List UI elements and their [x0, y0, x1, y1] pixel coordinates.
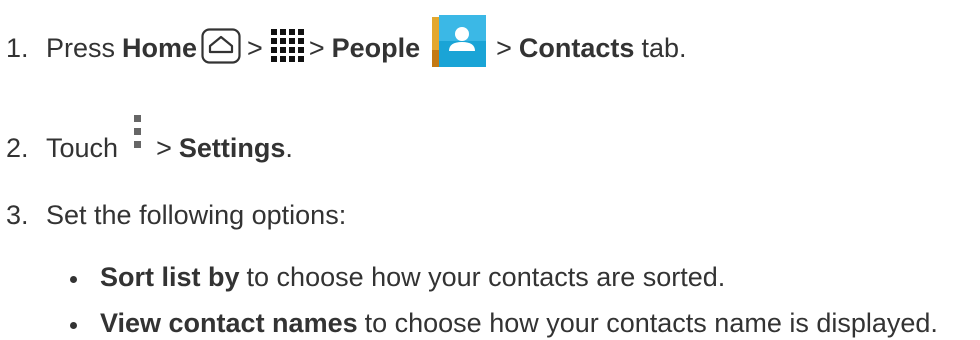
- option-term: View contact names: [100, 307, 358, 338]
- option-term: Sort list by: [100, 261, 240, 292]
- separator: >: [496, 32, 512, 63]
- bullet-dot: [70, 321, 77, 329]
- list-item: Sort list by to choose how your contacts…: [70, 260, 725, 294]
- people-label: People: [331, 32, 421, 63]
- step-3: 3. Set the following options:: [6, 198, 346, 232]
- step-number: 2.: [6, 132, 29, 163]
- step-1: 1. Press Home > > People > Contacts tab.: [6, 14, 687, 78]
- home-label: Home: [122, 32, 198, 63]
- touch-text: Touch: [46, 132, 119, 163]
- apps-grid-icon: [270, 28, 305, 68]
- step-number: 3.: [6, 199, 29, 230]
- separator: >: [247, 32, 263, 63]
- people-app-icon: [430, 14, 488, 75]
- press-text: Press: [46, 32, 116, 63]
- period: .: [285, 132, 293, 163]
- option-desc: to choose how your contacts name is disp…: [364, 307, 938, 338]
- settings-label: Settings: [178, 132, 286, 163]
- menu-dots-icon: [134, 114, 142, 156]
- home-key-icon: [201, 27, 241, 69]
- separator: >: [308, 32, 325, 63]
- separator: >: [156, 132, 172, 163]
- contacts-label: Contacts: [518, 32, 635, 63]
- bullet-dot: [70, 275, 77, 283]
- step-2: 2. Touch > Settings .: [6, 114, 293, 178]
- step-3-text: Set the following options:: [46, 199, 347, 230]
- list-item: View contact names to choose how your co…: [70, 306, 938, 340]
- tab-text: tab.: [641, 32, 687, 63]
- option-desc: to choose how your contacts are sorted.: [246, 261, 726, 292]
- step-number: 1.: [6, 32, 29, 63]
